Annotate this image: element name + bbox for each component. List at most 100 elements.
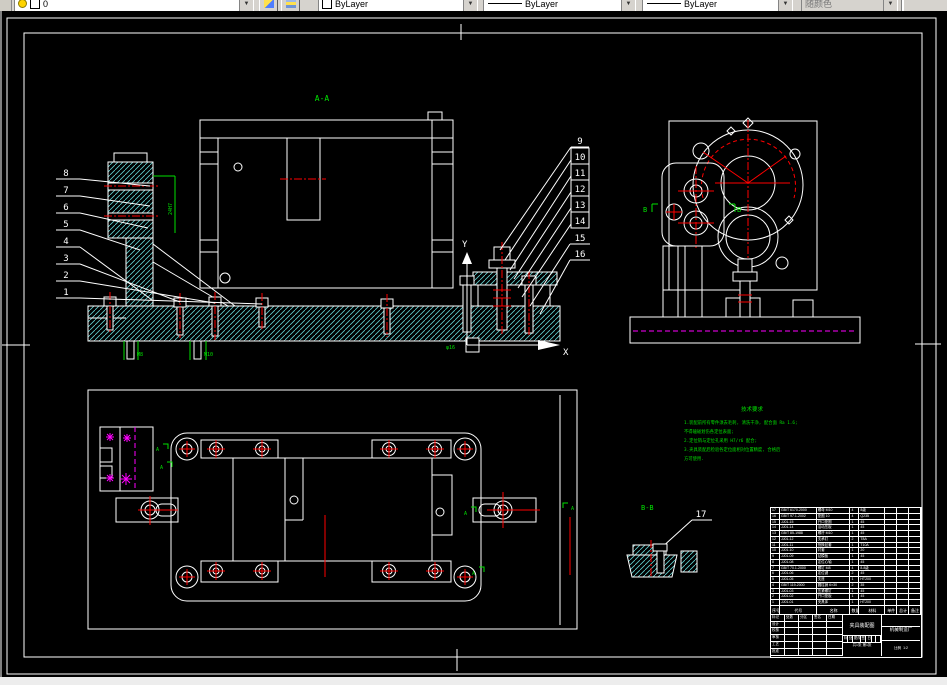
dim-base-left: M8 — [137, 352, 143, 358]
section-label-aa: A-A — [315, 94, 330, 103]
table-cell: 分区 — [799, 614, 813, 622]
make-object-layer-current-button[interactable] — [259, 0, 278, 11]
table-cell — [785, 621, 799, 629]
mini-grid: 标记处数更改签名日期 — [843, 635, 881, 643]
table-cell — [813, 621, 827, 629]
dim-stack: 24H7 — [168, 203, 174, 215]
chevron-down-icon: ▼ — [621, 0, 635, 11]
notes-line: 2.定位销与定位孔采用 H7/r6 配合; — [684, 437, 757, 444]
balloon-4: 4 — [63, 237, 68, 247]
table-cell: 单件 — [885, 605, 898, 615]
table-cell: 序号 — [771, 605, 780, 615]
table-cell: 名称 — [816, 605, 851, 615]
section-b-left-label: B — [643, 206, 647, 214]
linetype-sample-icon — [488, 3, 522, 4]
status-bar — [0, 677, 947, 685]
properties-toolbar: 0 ▼ ByLayer ▼ ByLayer ▼ ByLayer ▼ 随颜色 ▼ — [0, 0, 947, 11]
color-swatch-icon — [322, 0, 332, 9]
title-right: 机械制造厂 比例 1:2 — [882, 615, 920, 656]
bom-header: 序号 代号 名称 数量 材料 单件 总计 备注 — [771, 605, 921, 615]
side-stand — [629, 245, 861, 344]
table-cell — [799, 648, 813, 656]
layer-combo[interactable]: 0 ▼ — [14, 0, 254, 11]
balloon-3: 3 — [63, 254, 68, 264]
title-grid-row: 批准 — [771, 648, 843, 656]
title-grid-row: 标记 处数 分区 签名 日期 — [771, 614, 843, 622]
layer-previous-button[interactable] — [281, 0, 300, 11]
linetype-combo[interactable]: ByLayer ▼ — [483, 0, 636, 11]
table-cell — [813, 648, 827, 656]
plan-left-part — [99, 426, 154, 492]
scale-cell: 比例 1:2 — [882, 641, 920, 656]
locating-stack: 24H7 — [104, 152, 176, 239]
detail-section-bb[interactable]: B-B 17 — [626, 504, 712, 578]
table-cell: 数量 — [850, 605, 860, 615]
balloon-8: 8 — [63, 169, 68, 179]
toolbar-divider — [901, 0, 904, 11]
chevron-down-icon: ▼ — [239, 0, 253, 11]
table-cell — [827, 641, 843, 649]
layer-combo-value: 0 — [43, 0, 49, 9]
bom-header-row: 序号 代号 名称 数量 材料 单件 总计 备注 — [771, 605, 921, 615]
dim-base-right: M10 — [204, 352, 213, 358]
balloon-2: 2 — [63, 271, 68, 281]
balloon-14: 14 — [575, 217, 586, 227]
y-axis-arrow-icon — [462, 252, 472, 264]
layer-on-bulb-icon — [18, 0, 27, 8]
layer-current-icon — [263, 0, 274, 8]
plan-left-tab — [115, 496, 179, 525]
notes-line: 1.装配前所有零件须去毛刺, 清洗干净, 配合面 Ra 1.6; — [684, 419, 798, 426]
linetype-combo-value: ByLayer — [525, 0, 559, 9]
table-cell: 签名 — [813, 614, 827, 622]
code-cell — [882, 615, 920, 627]
color-combo[interactable]: ByLayer ▼ — [318, 0, 478, 11]
table-cell: 备注 — [909, 605, 921, 615]
title-grid: 标记处数分区签名日期设计校核审核工艺批准 夹具装配图 标记处数更改签名日期 共1… — [771, 614, 921, 656]
title-grid-row: 审核 — [771, 635, 843, 642]
balloon-17: 17 — [696, 510, 707, 520]
table-cell: 工艺 — [771, 641, 785, 649]
section-a-label: A — [464, 511, 467, 517]
section-b-markers: B B — [643, 203, 741, 214]
table-cell: 标记 — [771, 614, 785, 622]
table-cell — [785, 628, 799, 636]
mini-row: 标记处数更改签名日期 — [843, 635, 881, 643]
table-cell: 处数 — [785, 614, 799, 622]
table-cell — [827, 628, 843, 636]
chevron-down-icon: ▼ — [463, 0, 477, 11]
section-a-label: A — [160, 465, 163, 471]
port-pad — [661, 162, 725, 250]
axis-y-label: Y — [462, 240, 468, 250]
scale-value: 1:2 — [903, 646, 908, 651]
section-label-bb: B-B — [641, 504, 654, 512]
table-cell — [785, 641, 799, 649]
plotstyle-combo[interactable]: 随颜色 ▼ — [801, 0, 898, 11]
section-a-label: A — [156, 447, 159, 453]
table-cell: 日期 — [827, 614, 843, 622]
front-section-view[interactable]: A-A 24H7 M8 M10 φ16 Y X — [87, 94, 569, 360]
base-plate: M8 M10 — [87, 292, 561, 360]
dim-clamp: φ16 — [446, 345, 455, 351]
notes-line: 方可使用. — [684, 455, 704, 462]
table-cell: 材料 — [859, 605, 886, 615]
table-cell: 总计 — [897, 605, 910, 615]
balloon-9: 9 — [577, 137, 582, 147]
company-cell: 机械制造厂 — [882, 627, 920, 641]
title-grid-row: 工艺 — [771, 641, 843, 649]
plan-view[interactable]: A A A A A — [87, 389, 578, 630]
side-view[interactable]: B B — [629, 117, 861, 344]
plan-right-tab — [472, 492, 540, 528]
lineweight-combo[interactable]: ByLayer ▼ — [642, 0, 793, 11]
partial-toolbar-icon[interactable] — [0, 0, 12, 11]
lineweight-combo-value: ByLayer — [684, 0, 718, 9]
plotstyle-combo-value: 随颜色 — [805, 0, 833, 9]
notes-line: 不得磕碰划伤各定位表面; — [684, 428, 734, 435]
title-block[interactable]: 17 GB/T 6170-2000 螺母 M10 4 8级 16 GB/T 97.1-200… — [770, 507, 922, 658]
chevron-down-icon: ▼ — [883, 0, 897, 11]
table-cell: 设计 — [771, 621, 785, 629]
table-cell: 代号 — [779, 605, 817, 615]
table-cell — [785, 635, 799, 642]
balloon-5: 5 — [63, 220, 68, 230]
technical-notes[interactable]: 技术要求 1.装配前所有零件须去毛刺, 清洗干净, 配合面 Ra 1.6; 不得… — [684, 405, 798, 462]
table-cell: 批准 — [771, 648, 785, 656]
